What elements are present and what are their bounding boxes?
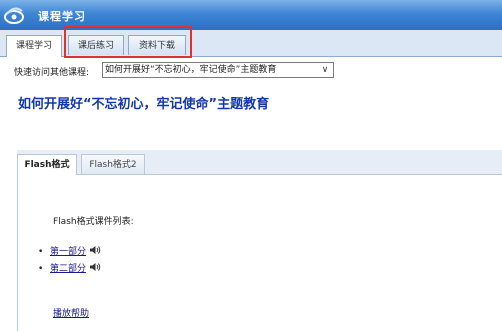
courseware-list-label: Flash格式课件列表: (53, 217, 134, 227)
chevron-down-icon: ∨ (321, 65, 329, 75)
app-logo-icon (4, 7, 24, 24)
tab-course-study[interactable]: 课程学习 (6, 35, 62, 57)
tab-flash-format-2[interactable]: Flash格式2 (81, 154, 145, 174)
part-link-2[interactable]: 第二部分 (50, 264, 86, 274)
bullet: • (38, 247, 44, 257)
speaker-icon[interactable] (89, 245, 101, 255)
playback-help-link[interactable]: 播放帮助 (53, 306, 89, 319)
bullet: • (38, 264, 44, 274)
format-tab-bar: Flash格式 Flash格式2 (17, 150, 502, 175)
quick-access-label: 快速访问其他课程: (14, 68, 90, 78)
speaker-icon[interactable] (89, 262, 101, 272)
content-panel (17, 150, 502, 331)
tab-flash-format[interactable]: Flash格式 (17, 154, 77, 175)
part-link-1[interactable]: 第一部分 (50, 247, 86, 257)
list-item: • 第一部分 (38, 244, 101, 257)
course-title: 如何开展好“不忘初心，牢记使命”主题教育 (18, 97, 270, 112)
course-select-value: 如何开展好“不忘初心，牢记使命”主题教育 (105, 65, 277, 75)
course-select[interactable]: 如何开展好“不忘初心，牢记使命”主题教育 ∨ (102, 62, 334, 78)
highlight-box (64, 26, 192, 58)
list-item: • 第二部分 (38, 261, 101, 274)
page-title: 课程学习 (38, 10, 86, 23)
